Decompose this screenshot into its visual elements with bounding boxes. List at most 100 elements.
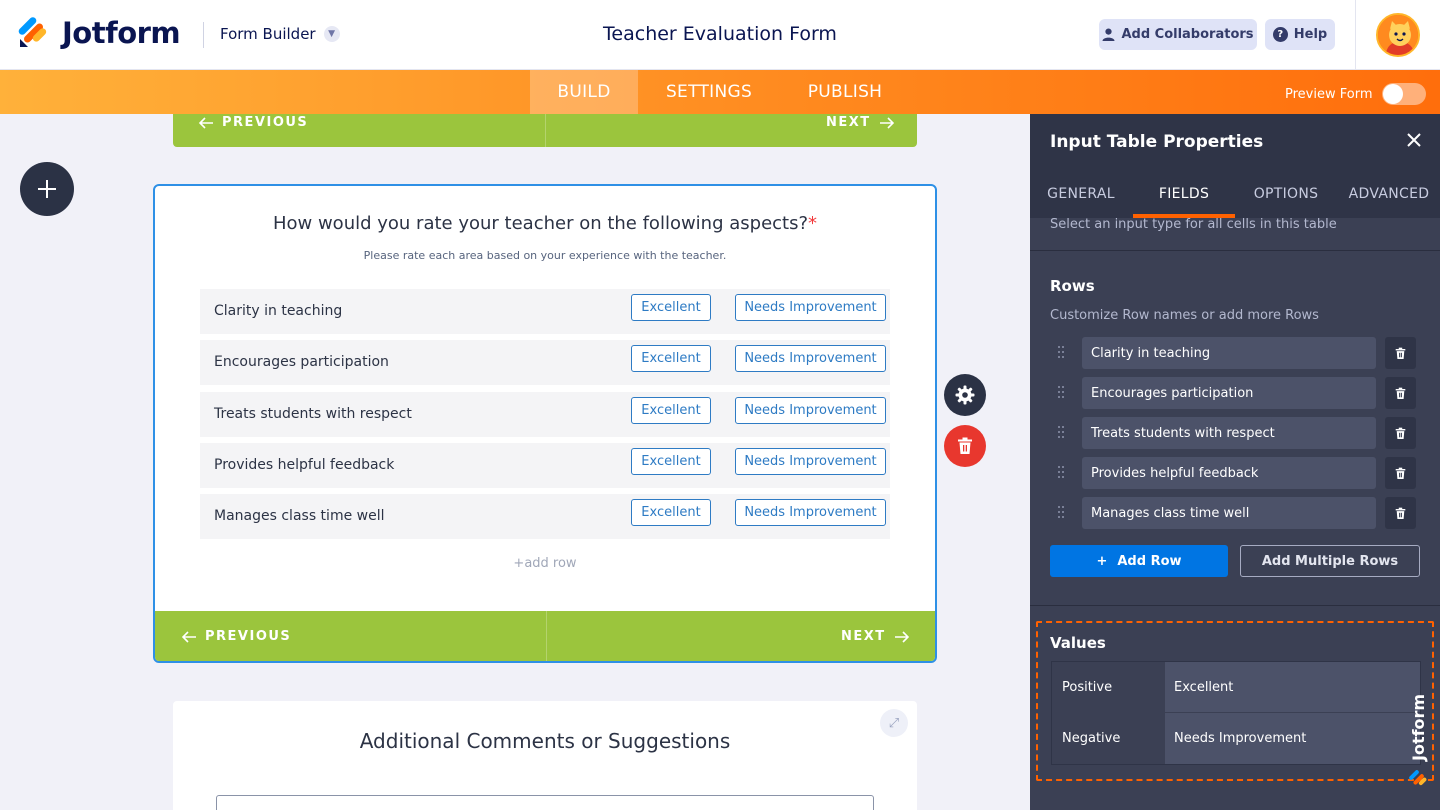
needs-improvement-option[interactable]: Needs Improvement: [735, 448, 886, 475]
previous-button[interactable]: PREVIOUS: [181, 629, 291, 644]
needs-improvement-option[interactable]: Needs Improvement: [735, 397, 886, 424]
drag-handle-icon[interactable]: [1058, 426, 1068, 440]
chevron-down-icon: ▼: [323, 26, 340, 42]
comments-question-card[interactable]: Additional Comments or Suggestions ⤢: [173, 701, 917, 810]
tab-publish[interactable]: PUBLISH: [790, 70, 900, 114]
required-mark: *: [808, 213, 818, 234]
form-title[interactable]: Teacher Evaluation Form: [603, 23, 837, 45]
delete-field-button[interactable]: [944, 425, 986, 467]
plus-icon: +: [1096, 553, 1108, 569]
row-delete-button[interactable]: [1385, 457, 1416, 489]
field-properties-button[interactable]: [944, 374, 986, 416]
input-type-description: Select an input type for all cells in th…: [1050, 217, 1337, 232]
trash-icon: [1395, 507, 1406, 519]
tab-options[interactable]: OPTIONS: [1236, 170, 1336, 218]
values-row: Positive Excellent: [1052, 662, 1420, 713]
header-divider: [203, 22, 204, 48]
preview-form-toggle[interactable]: Preview Form: [1285, 83, 1427, 105]
excellent-option[interactable]: Excellent: [631, 397, 711, 424]
excellent-option[interactable]: Excellent: [631, 294, 711, 321]
row-delete-button[interactable]: [1385, 417, 1416, 449]
rows-heading: Rows: [1050, 277, 1095, 295]
preview-toggle-switch[interactable]: [1382, 83, 1427, 105]
previous-label: PREVIOUS: [205, 629, 292, 644]
row-name-input[interactable]: Provides helpful feedback: [1082, 457, 1376, 489]
drag-handle-icon[interactable]: [1058, 506, 1068, 520]
add-multiple-rows-button[interactable]: Add Multiple Rows: [1240, 545, 1420, 577]
close-icon[interactable]: [1402, 128, 1426, 152]
row-delete-button[interactable]: [1385, 377, 1416, 409]
needs-improvement-option[interactable]: Needs Improvement: [735, 345, 886, 372]
avatar[interactable]: [1376, 13, 1420, 57]
gear-icon: [955, 385, 975, 405]
rows-description: Customize Row names or add more Rows: [1050, 308, 1319, 323]
expand-icon[interactable]: ⤢: [880, 709, 908, 737]
jotform-logo[interactable]: Jotform: [18, 16, 181, 50]
row-delete-button[interactable]: [1385, 497, 1416, 529]
add-element-button[interactable]: [20, 162, 74, 216]
next-button[interactable]: NEXT: [841, 629, 910, 644]
excellent-option[interactable]: Excellent: [631, 499, 711, 526]
values-heading: Values: [1050, 634, 1106, 652]
next-label-top: NEXT: [826, 115, 871, 130]
comments-textarea[interactable]: [216, 795, 874, 810]
next-button-top[interactable]: NEXT: [826, 115, 895, 130]
value-key: Positive: [1052, 662, 1165, 713]
drag-handle-icon[interactable]: [1058, 386, 1068, 400]
needs-improvement-option[interactable]: Needs Improvement: [735, 294, 886, 321]
help-button[interactable]: ? Help: [1265, 19, 1335, 50]
input-table-question-card[interactable]: How would you rate your teacher on the f…: [153, 184, 937, 663]
row-name-input[interactable]: Treats students with respect: [1082, 417, 1376, 449]
previous-button-top[interactable]: PREVIOUS: [198, 115, 308, 130]
value-input[interactable]: Excellent: [1165, 662, 1420, 713]
preview-form-label: Preview Form: [1285, 86, 1373, 102]
panel-title: Input Table Properties: [1050, 132, 1264, 152]
svg-text:Jotform: Jotform: [1409, 694, 1428, 762]
arrow-right-icon: [879, 116, 894, 129]
drag-handle-icon[interactable]: [1058, 346, 1068, 360]
add-row-button[interactable]: + Add Row: [1050, 545, 1228, 577]
table-row: Clarity in teaching Excellent Needs Impr…: [200, 289, 890, 334]
needs-improvement-option[interactable]: Needs Improvement: [735, 499, 886, 526]
input-table-properties-panel: Input Table Properties GENERAL FIELDS OP…: [1030, 114, 1440, 810]
values-table: Positive Excellent Negative Needs Improv…: [1051, 661, 1421, 765]
avatar-image: [1378, 15, 1418, 55]
drag-handle-icon[interactable]: [1058, 466, 1068, 480]
arrow-left-icon: [181, 630, 196, 643]
question-title-wrap: How would you rate your teacher on the f…: [155, 213, 935, 234]
tab-build[interactable]: BUILD: [530, 70, 638, 114]
row-name-input[interactable]: Encourages participation: [1082, 377, 1376, 409]
jotform-logo-icon: [18, 17, 50, 49]
question-title[interactable]: How would you rate your teacher on the f…: [273, 213, 808, 234]
tab-general[interactable]: GENERAL: [1030, 170, 1132, 218]
top-header: Jotform Form Builder ▼ Teacher Evaluatio…: [0, 0, 1440, 70]
tab-fields[interactable]: FIELDS: [1133, 170, 1235, 218]
value-input[interactable]: Needs Improvement: [1165, 713, 1420, 764]
add-row-link-text[interactable]: +add row: [513, 556, 576, 571]
pager-divider: [546, 611, 547, 661]
row-delete-button[interactable]: [1385, 337, 1416, 369]
plus-icon: [38, 180, 56, 198]
form-builder-dropdown[interactable]: Form Builder ▼: [220, 25, 340, 43]
tab-advanced[interactable]: ADVANCED: [1338, 170, 1440, 218]
tab-settings[interactable]: SETTINGS: [646, 70, 772, 114]
form-builder-label: Form Builder: [220, 25, 316, 43]
add-row-label: Add Row: [1117, 553, 1182, 569]
excellent-option[interactable]: Excellent: [631, 448, 711, 475]
excellent-option[interactable]: Excellent: [631, 345, 711, 372]
trash-icon: [958, 437, 972, 454]
trash-icon: [1395, 387, 1406, 399]
row-label: Treats students with respect: [214, 406, 412, 422]
row-name-input[interactable]: Manages class time well: [1082, 497, 1376, 529]
add-collaborators-button[interactable]: Add Collaborators: [1099, 19, 1257, 50]
row-label: Manages class time well: [214, 508, 385, 524]
values-section: Values Positive Excellent Negative Needs…: [1036, 621, 1434, 781]
row-name-input[interactable]: Clarity in teaching: [1082, 337, 1376, 369]
comments-question-title[interactable]: Additional Comments or Suggestions: [173, 729, 917, 753]
question-subtitle[interactable]: Please rate each area based on your expe…: [155, 249, 935, 262]
jotform-side-logo-icon: Jotform: [1408, 689, 1430, 799]
next-label: NEXT: [841, 629, 886, 644]
pager-divider-top: [545, 114, 546, 147]
page-break-top: PREVIOUS NEXT: [173, 114, 917, 147]
row-label: Provides helpful feedback: [214, 457, 395, 473]
